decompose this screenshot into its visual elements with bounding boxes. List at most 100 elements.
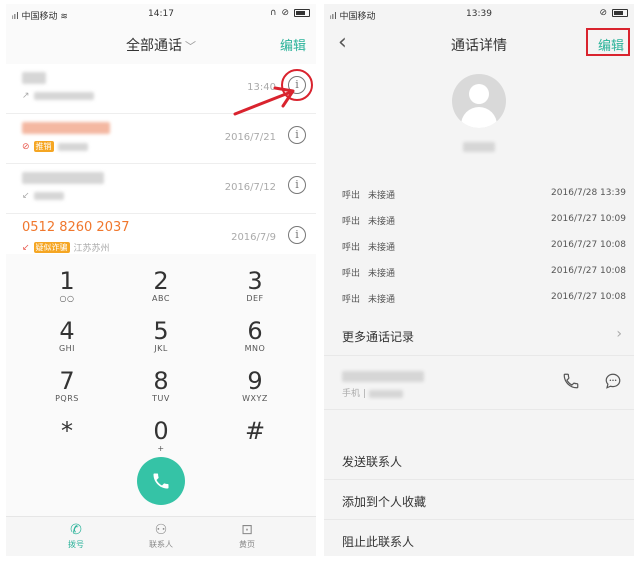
caller-name-blurred: [22, 70, 46, 85]
call-icon[interactable]: [562, 372, 580, 390]
bottom-nav: ✆ 拨号 ⚇ 联系人 ⊡ 黄页: [6, 516, 316, 556]
call-location: 江苏苏州: [73, 244, 110, 254]
call-direction: 呼出: [342, 243, 361, 253]
call-direction: 呼出: [342, 191, 361, 201]
call-sub: ↙ 疑似诈骗 江苏苏州: [22, 241, 110, 254]
call-status: 未接通: [368, 295, 396, 305]
call-time: 2016/7/27 10:09: [551, 214, 626, 224]
call-direction: 呼出: [342, 295, 361, 305]
nav-dial[interactable]: ✆ 拨号: [36, 521, 116, 550]
key-digit: 9: [247, 367, 263, 395]
dialer-screen: ᵢıl 中国移动 ≋ 14:17 ∩ ⊘ 全部通话﹀ 编辑 ↗ 13:40 i: [6, 4, 316, 556]
message-icon[interactable]: [604, 372, 622, 390]
key-digit: *: [61, 417, 73, 445]
action-label: 发送联系人: [342, 455, 403, 469]
info-icon[interactable]: i: [288, 176, 306, 194]
action-label: 阻止此联系人: [342, 535, 415, 549]
fraud-tag: 疑似诈骗: [33, 242, 70, 253]
key-5[interactable]: 5 JKL: [126, 318, 196, 362]
screenshot: ᵢıl 中国移动 ≋ 14:17 ∩ ⊘ 全部通话﹀ 编辑 ↗ 13:40 i: [0, 0, 640, 564]
key-0[interactable]: 0 +: [126, 418, 196, 462]
block-contact-action[interactable]: 阻止此联系人: [324, 520, 634, 556]
battery-icon: [612, 9, 628, 17]
key-1[interactable]: 1 ○○: [32, 268, 102, 312]
call-record-row: 呼出 未接通 2016/7/27 10:08: [340, 232, 626, 258]
key-digit: 6: [247, 317, 263, 345]
status-icons: ∩ ⊘: [270, 8, 310, 18]
voicemail-icon: ○○: [59, 294, 75, 303]
call-filter-dropdown[interactable]: 全部通话 ﹀: [6, 35, 316, 55]
call-sub: ↙: [22, 191, 64, 201]
dial-pad: 1 ○○ 2 ABC 3 DEF 4 GHI 5 JKL 6 MNO 7 PQRS 8 TUV …: [6, 254, 316, 516]
call-date: 2016/7/9: [231, 232, 276, 243]
key-digit: 4: [59, 317, 75, 345]
outgoing-call-icon: ↙: [22, 191, 30, 201]
key-3[interactable]: 3 DEF: [220, 268, 290, 312]
person-icon: ⚇: [154, 522, 168, 538]
key-letters: TUV: [152, 394, 170, 403]
key-digit: 5: [153, 317, 169, 345]
key-digit: #: [244, 417, 266, 445]
more-call-records[interactable]: 更多通话记录 ›: [324, 316, 634, 356]
spam-tag: 推销: [33, 141, 54, 152]
call-record-row: 呼出 未接通 2016/7/27 10:08: [340, 284, 626, 310]
body: [461, 107, 497, 128]
call-log-row[interactable]: ⊘ 推销 2016/7/21 i: [6, 114, 316, 164]
call-records: 呼出 未接通 2016/7/28 13:39 呼出 未接通 2016/7/27 10:0…: [324, 180, 634, 312]
caller-number-blurred: [22, 170, 104, 185]
number-type: 手机 |: [342, 386, 403, 399]
nav-dial-label: 拨号: [68, 540, 84, 549]
outgoing-call-icon: ↗: [22, 91, 30, 101]
add-favorite-action[interactable]: 添加到个人收藏: [324, 480, 634, 520]
highlight-box: [586, 28, 630, 56]
info-icon[interactable]: i: [288, 126, 306, 144]
key-4[interactable]: 4 GHI: [32, 318, 102, 362]
nav-yellow-pages[interactable]: ⊡ 黄页: [207, 521, 287, 550]
call-time: 2016/7/27 10:08: [551, 266, 626, 276]
dial-icon: ✆: [70, 522, 82, 538]
contact-header: [324, 64, 634, 170]
key-digit: 3: [247, 267, 263, 295]
phone-number-row[interactable]: 手机 |: [324, 356, 634, 410]
key-8[interactable]: 8 TUV: [126, 368, 196, 412]
call-filter-label: 全部通话: [126, 38, 182, 54]
edit-button[interactable]: 编辑: [280, 35, 306, 54]
key-letters: DEF: [246, 294, 264, 303]
avatar: [452, 74, 506, 128]
call-direction: 呼出: [342, 269, 361, 279]
send-contact-action[interactable]: 发送联系人: [324, 440, 634, 480]
phone-number-blurred: [342, 366, 424, 385]
key-6[interactable]: 6 MNO: [220, 318, 290, 362]
key-digit: 2: [153, 267, 169, 295]
key-digit: 0: [153, 417, 169, 445]
battery-icon: [294, 9, 310, 17]
key-star[interactable]: *: [32, 418, 102, 462]
nav-yellow-pages-label: 黄页: [239, 540, 255, 549]
key-hash[interactable]: #: [220, 418, 290, 462]
call-sub: ↗: [22, 91, 94, 101]
info-icon[interactable]: i: [288, 226, 306, 244]
red-arrow: [233, 86, 295, 116]
key-digit: 7: [59, 367, 75, 395]
status-icons: ⊘: [599, 8, 628, 18]
call-record-row: 呼出 未接通 2016/7/27 10:09: [340, 206, 626, 232]
call-button[interactable]: [137, 457, 185, 505]
key-digit: 1: [59, 267, 75, 295]
key-letters: WXYZ: [242, 394, 268, 403]
key-letters: JKL: [154, 344, 168, 353]
nav-contacts-label: 联系人: [149, 540, 173, 549]
nav-contacts[interactable]: ⚇ 联系人: [121, 521, 201, 550]
key-letters: +: [157, 444, 165, 453]
call-date: 2016/7/12: [224, 182, 276, 193]
chevron-down-icon: ﹀: [185, 40, 196, 53]
key-7[interactable]: 7 PQRS: [32, 368, 102, 412]
call-log-row[interactable]: ↙ 2016/7/12 i: [6, 164, 316, 214]
key-9[interactable]: 9 WXYZ: [220, 368, 290, 412]
call-status: 未接通: [368, 243, 396, 253]
call-log-header: 全部通话 ﹀ 编辑: [6, 24, 316, 64]
silent-icon: ⊘: [599, 8, 607, 18]
call-status: 未接通: [368, 269, 396, 279]
key-2[interactable]: 2 ABC: [126, 268, 196, 312]
detail-header: ‹ 通话详情 编辑: [324, 24, 634, 64]
call-detail-screen: ᵢıl 中国移动 13:39 ⊘ ‹ 通话详情 编辑 呼出 未接通 2016/7/2…: [324, 4, 634, 556]
